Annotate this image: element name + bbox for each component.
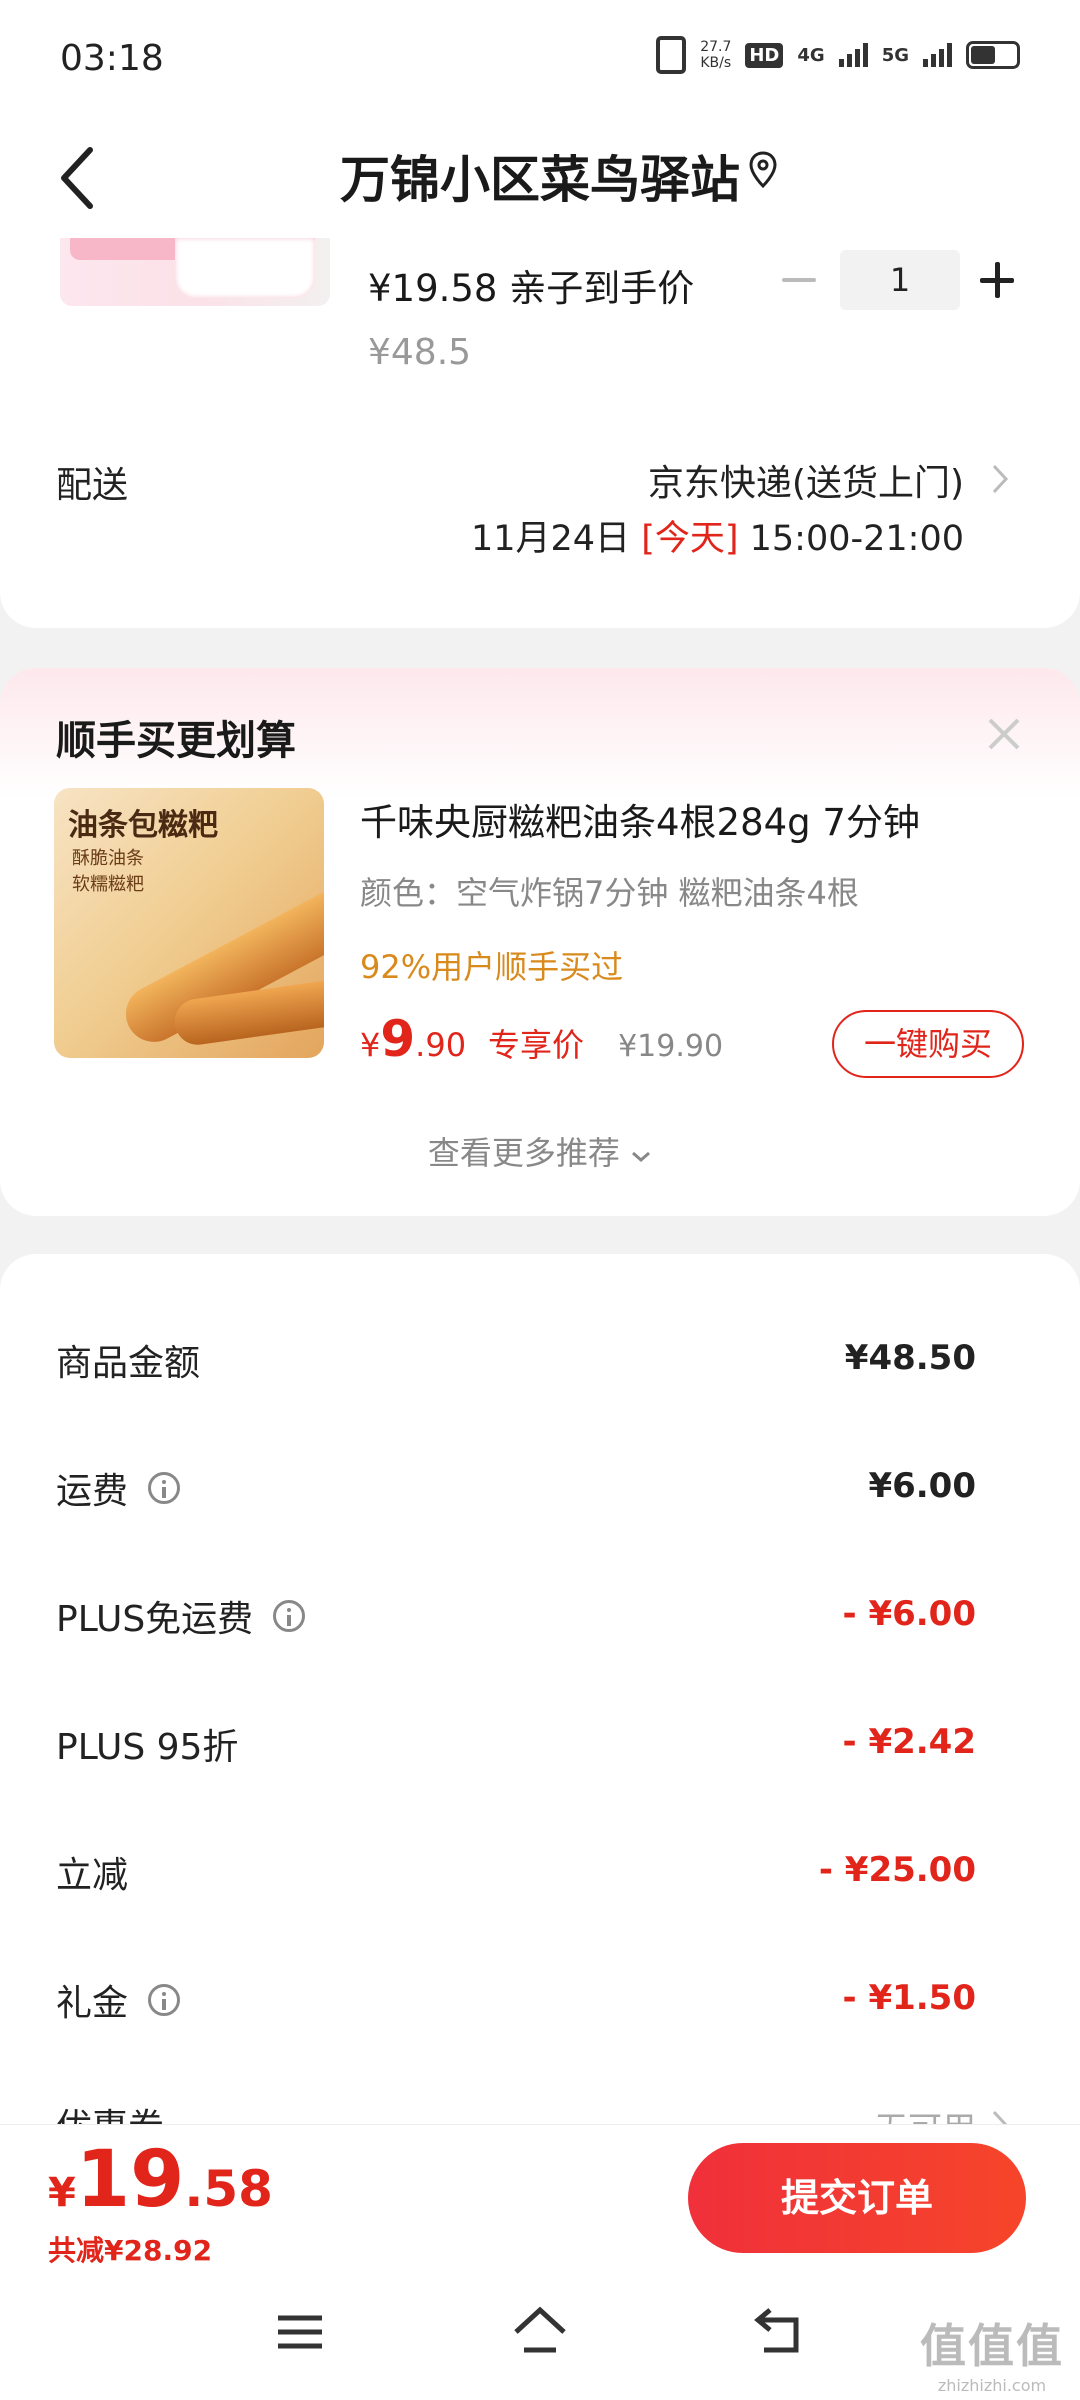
- home-icon[interactable]: [510, 2302, 570, 2362]
- net-speed-value: 27.7: [700, 39, 732, 55]
- delivery-label: 配送: [56, 465, 129, 506]
- recommendation-product-spec: 颜色：空气炸锅7分钟 糍粑油条4根: [360, 874, 859, 912]
- location-pin-icon[interactable]: [748, 150, 778, 190]
- watermark-logo: 值值值: [920, 2319, 1064, 2373]
- row-label: PLUS免运费: [56, 1599, 254, 1640]
- row-value: ¥48.50: [844, 1338, 976, 1378]
- close-icon[interactable]: [984, 714, 1024, 754]
- exclusive-price-tag: 专享价: [488, 1026, 585, 1064]
- recommendation-bought-rate: 92%用户顺手买过: [360, 948, 624, 986]
- recommendation-original-price: ¥19.90: [618, 1029, 724, 1064]
- one-click-buy-button[interactable]: 一键购买: [832, 1010, 1024, 1078]
- total-symbol: ¥: [48, 2170, 76, 2216]
- row-label: 运费: [56, 1471, 129, 1512]
- product-thumbnail[interactable]: [60, 238, 330, 306]
- page-title: 万锦小区菜鸟驿站: [340, 151, 740, 209]
- net-speed: 27.7 KB/s: [700, 39, 731, 71]
- return-icon[interactable]: [750, 2302, 810, 2362]
- row-shipping: 运费 ¥6.00: [0, 1452, 1080, 1532]
- delivery-date: 11月24日: [470, 519, 631, 559]
- recommendation-price-row: ¥9.90 专享价 ¥19.90: [360, 1010, 723, 1070]
- status-time: 03:18: [60, 38, 164, 79]
- chevron-down-icon: [630, 1134, 652, 1172]
- see-more-label: 查看更多推荐: [427, 1134, 620, 1172]
- net-speed-unit: KB/s: [700, 55, 732, 71]
- image-subtitle-1: 酥脆油条: [72, 848, 144, 869]
- info-icon[interactable]: [148, 1984, 181, 2016]
- status-icons: 27.7 KB/s HD 4G 5G: [656, 36, 1020, 74]
- row-label: 商品金额: [56, 1343, 201, 1384]
- row-plus-discount: PLUS 95折 - ¥2.42: [0, 1708, 1080, 1788]
- image-subtitle: 酥脆油条 软糯糍粑: [72, 846, 144, 898]
- hd-icon: HD: [745, 42, 784, 68]
- recommendation-product-name[interactable]: 千味央厨糍粑油条4根284g 7分钟: [360, 792, 920, 846]
- row-goods-amount: 商品金额 ¥48.50: [0, 1324, 1080, 1404]
- product-original-price: ¥48.5: [368, 332, 472, 373]
- row-value: ¥6.00: [868, 1466, 976, 1506]
- 4g-label: 4G: [797, 44, 825, 66]
- recommendation-price: ¥9.90: [360, 1010, 466, 1068]
- recommendation-product-image[interactable]: 油条包糍粑 酥脆油条 软糯糍粑: [54, 788, 324, 1058]
- status-bar: 03:18 27.7 KB/s HD 4G 5G: [0, 0, 1080, 118]
- row-label: 立减: [56, 1855, 129, 1896]
- vibrate-icon: [656, 36, 687, 74]
- total-int: 19: [75, 2135, 185, 2225]
- info-icon[interactable]: [148, 1472, 181, 1504]
- minus-icon[interactable]: [782, 262, 818, 298]
- watermark: 值值值 zhizhizhi.com: [920, 2310, 1064, 2395]
- total-dec: .58: [184, 2160, 273, 2218]
- menu-icon[interactable]: [270, 2302, 330, 2362]
- price-dec: .90: [415, 1026, 467, 1064]
- 5g-label: 5G: [881, 44, 909, 66]
- battery-icon: [966, 41, 1020, 69]
- delivery-time[interactable]: 11月24日 [今天] 15:00-21:00: [471, 510, 964, 561]
- row-label: PLUS 95折: [56, 1727, 239, 1768]
- delivery-today-tag: [今天]: [641, 519, 739, 559]
- row-value: - ¥2.42: [842, 1722, 977, 1762]
- chevron-right-icon[interactable]: [990, 462, 1010, 496]
- plus-icon[interactable]: [980, 262, 1016, 298]
- total-price: ¥ 19 .58: [48, 2135, 273, 2225]
- row-instant-discount: 立减 - ¥25.00: [0, 1836, 1080, 1916]
- system-nav-bar: [0, 2274, 1080, 2400]
- row-plus-free-shipping: PLUS免运费 - ¥6.00: [0, 1580, 1080, 1660]
- total-saved[interactable]: 共减¥28.92: [48, 2229, 212, 2269]
- delivery-time-range: 15:00-21:00: [749, 519, 964, 559]
- see-more-recommendations[interactable]: 查看更多推荐: [0, 1128, 1080, 1174]
- order-item-card: ¥19.58 亲子到手价 ¥48.5 1 配送 京东快递(送货上门) 11月24…: [0, 238, 1080, 628]
- submit-order-button[interactable]: 提交订单: [688, 2143, 1026, 2253]
- price-breakdown-card: 商品金额 ¥48.50 运费 ¥6.00 PLUS免运费 - ¥6.00 PLU…: [0, 1254, 1080, 2154]
- recommendation-title: 顺手买更划算: [56, 718, 296, 764]
- row-value: - ¥6.00: [842, 1594, 977, 1634]
- header: 万锦小区菜鸟驿站: [0, 118, 1080, 238]
- watermark-url: zhizhizhi.com: [937, 2376, 1047, 2395]
- signal-4g-icon: [838, 43, 868, 67]
- product-price: ¥19.58 亲子到手价: [368, 267, 695, 310]
- row-value: - ¥25.00: [818, 1850, 976, 1890]
- image-label: 油条包糍粑: [68, 808, 218, 843]
- row-gift-money: 礼金 - ¥1.50: [0, 1964, 1080, 2044]
- signal-5g-icon: [923, 43, 952, 67]
- info-icon[interactable]: [273, 1600, 306, 1632]
- row-label: 礼金: [56, 1983, 129, 2024]
- delivery-method[interactable]: 京东快递(送货上门): [648, 454, 964, 506]
- recommendation-card: 顺手买更划算 油条包糍粑 酥脆油条 软糯糍粑 千味央厨糍粑油条4根284g 7分…: [0, 668, 1080, 1216]
- price-symbol: ¥: [360, 1026, 381, 1064]
- price-int: 9: [380, 1010, 416, 1068]
- row-value: - ¥1.50: [842, 1978, 977, 2018]
- quantity-input[interactable]: 1: [840, 250, 960, 310]
- checkout-bar: ¥ 19 .58 共减¥28.92 提交订单: [0, 2124, 1080, 2274]
- image-subtitle-2: 软糯糍粑: [72, 874, 144, 895]
